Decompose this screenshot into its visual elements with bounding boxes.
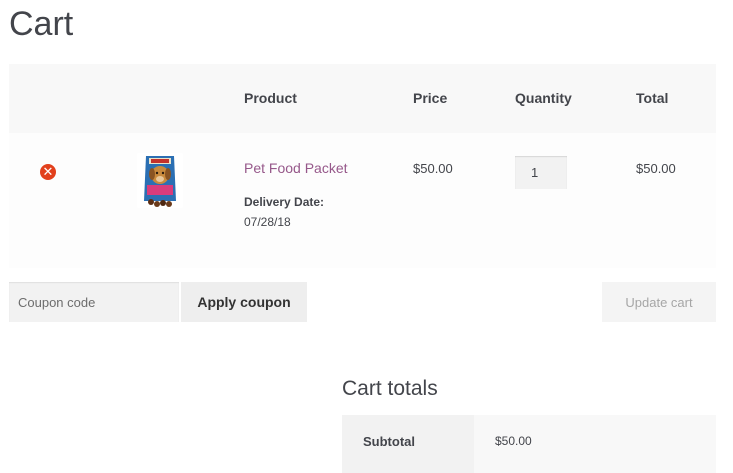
cart-table: Product Price Quantity Total ✕ Pet Food …	[9, 64, 716, 268]
product-subtotal: $50.00	[636, 161, 676, 176]
product-name-link[interactable]: Pet Food Packet	[244, 160, 348, 176]
product-thumbnail[interactable]	[137, 153, 183, 208]
quantity-input[interactable]	[515, 156, 567, 189]
coupon-code-input[interactable]	[9, 282, 179, 322]
page-title: Cart	[9, 5, 74, 43]
apply-coupon-button[interactable]: Apply coupon	[181, 282, 307, 322]
subtotal-label: Subtotal	[363, 434, 415, 449]
update-cart-button[interactable]: Update cart	[602, 282, 716, 322]
delivery-date-label: Delivery Date:	[244, 195, 325, 209]
subtotal-label-cell: Subtotal	[342, 415, 474, 473]
subtotal-value: $50.00	[495, 434, 532, 448]
column-header-total: Total	[636, 90, 669, 106]
cart-table-header: Product Price Quantity Total	[9, 64, 716, 133]
cart-totals-heading: Cart totals	[342, 377, 438, 400]
product-price: $50.00	[413, 161, 453, 176]
dog-food-packet-image	[137, 153, 183, 208]
column-header-quantity: Quantity	[515, 90, 572, 106]
remove-icon[interactable]: ✕	[40, 164, 56, 180]
cart-item-row: ✕ Pet Food Packet Delivery Date: 07/28/1…	[9, 133, 716, 268]
cart-totals-table: Subtotal $50.00	[342, 415, 716, 473]
subtotal-value-cell: $50.00	[474, 415, 716, 473]
column-header-price: Price	[413, 90, 448, 106]
column-header-product: Product	[244, 90, 297, 106]
delivery-date-value: 07/28/18	[244, 215, 291, 229]
